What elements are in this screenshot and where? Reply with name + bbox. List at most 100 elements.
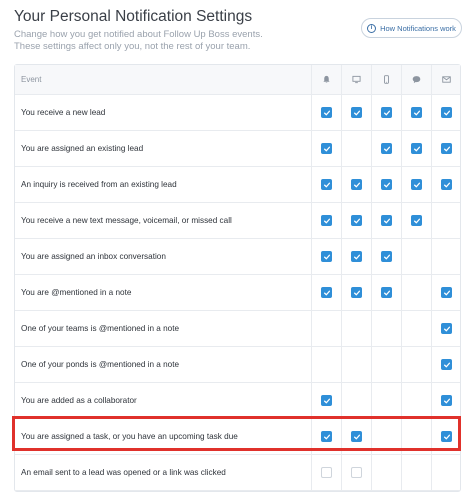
notification-checkbox[interactable] bbox=[381, 143, 392, 154]
event-label: You receive a new lead bbox=[21, 108, 106, 117]
notification-checkbox[interactable] bbox=[381, 179, 392, 190]
channel-cell-chat-bubble bbox=[401, 419, 431, 454]
notification-checkbox[interactable] bbox=[381, 215, 392, 226]
notification-checkbox[interactable] bbox=[351, 215, 362, 226]
desktop-icon bbox=[352, 71, 361, 89]
notification-checkbox[interactable] bbox=[411, 107, 422, 118]
channel-cell-email bbox=[431, 95, 461, 130]
notification-checkbox[interactable] bbox=[381, 287, 392, 298]
channel-cell-desktop bbox=[341, 131, 371, 166]
channel-cell-email bbox=[431, 311, 461, 346]
channel-cell-mobile bbox=[371, 131, 401, 166]
notification-checkbox[interactable] bbox=[321, 287, 332, 298]
chat-bubble-icon bbox=[412, 71, 421, 89]
channel-cell-chat-bubble bbox=[401, 131, 431, 166]
channel-cell-bell bbox=[311, 203, 341, 238]
notification-checkbox[interactable] bbox=[381, 107, 392, 118]
notification-checkbox[interactable] bbox=[441, 179, 452, 190]
table-row: You receive a new text message, voicemai… bbox=[15, 203, 460, 239]
notification-checkbox[interactable] bbox=[411, 215, 422, 226]
event-label: You are added as a collaborator bbox=[21, 396, 137, 405]
page-subtitle: Change how you get notified about Follow… bbox=[14, 29, 263, 52]
channel-cell-mobile bbox=[371, 239, 401, 274]
notification-checkbox[interactable] bbox=[321, 395, 332, 406]
table-row: You are @mentioned in a note bbox=[15, 275, 460, 311]
notification-checkbox[interactable] bbox=[441, 395, 452, 406]
channel-cell-desktop bbox=[341, 239, 371, 274]
channel-cell-bell bbox=[311, 311, 341, 346]
channel-cell-chat-bubble bbox=[401, 203, 431, 238]
event-label: You receive a new text message, voicemai… bbox=[21, 216, 232, 225]
event-label: You are assigned a task, or you have an … bbox=[21, 432, 238, 441]
notification-checkbox[interactable] bbox=[321, 143, 332, 154]
table-row: One of your ponds is @mentioned in a not… bbox=[15, 347, 460, 383]
channel-cell-bell bbox=[311, 167, 341, 202]
event-label: You are assigned an inbox conversation bbox=[21, 252, 166, 261]
notification-checkbox[interactable] bbox=[441, 359, 452, 370]
channel-cell-mobile bbox=[371, 275, 401, 310]
notification-checkbox[interactable] bbox=[321, 431, 332, 442]
event-label: An email sent to a lead was opened or a … bbox=[21, 468, 226, 477]
channel-cell-chat-bubble bbox=[401, 95, 431, 130]
column-header-email bbox=[431, 65, 461, 94]
notification-checkbox[interactable] bbox=[351, 107, 362, 118]
channel-cell-chat-bubble bbox=[401, 383, 431, 418]
notification-checkbox[interactable] bbox=[351, 431, 362, 442]
notification-checkbox[interactable] bbox=[321, 215, 332, 226]
notification-checkbox[interactable] bbox=[351, 287, 362, 298]
channel-cell-bell bbox=[311, 275, 341, 310]
channel-cell-desktop bbox=[341, 203, 371, 238]
notification-checkbox[interactable] bbox=[351, 467, 362, 478]
channel-cell-desktop bbox=[341, 455, 371, 490]
channel-cell-email bbox=[431, 167, 461, 202]
channel-cell-email bbox=[431, 239, 461, 274]
channel-cell-desktop bbox=[341, 95, 371, 130]
channel-cell-bell bbox=[311, 419, 341, 454]
channel-cell-bell bbox=[311, 455, 341, 490]
notification-checkbox[interactable] bbox=[441, 107, 452, 118]
notification-checkbox[interactable] bbox=[321, 179, 332, 190]
channel-cell-desktop bbox=[341, 383, 371, 418]
how-notifications-work-button[interactable]: i How Notifications work bbox=[361, 18, 462, 38]
column-header-desktop bbox=[341, 65, 371, 94]
notification-checkbox[interactable] bbox=[441, 143, 452, 154]
table-row: One of your teams is @mentioned in a not… bbox=[15, 311, 460, 347]
table-row: You are added as a collaborator bbox=[15, 383, 460, 419]
notification-checkbox[interactable] bbox=[351, 251, 362, 262]
channel-cell-desktop bbox=[341, 311, 371, 346]
channel-cell-chat-bubble bbox=[401, 455, 431, 490]
channel-cell-bell bbox=[311, 131, 341, 166]
channel-cell-mobile bbox=[371, 455, 401, 490]
channel-cell-email bbox=[431, 203, 461, 238]
channel-cell-mobile bbox=[371, 311, 401, 346]
channel-cell-mobile bbox=[371, 383, 401, 418]
notification-checkbox[interactable] bbox=[321, 467, 332, 478]
channel-cell-chat-bubble bbox=[401, 239, 431, 274]
event-label: One of your ponds is @mentioned in a not… bbox=[21, 360, 180, 369]
channel-cell-desktop bbox=[341, 167, 371, 202]
notification-checkbox[interactable] bbox=[411, 143, 422, 154]
event-label: An inquiry is received from an existing … bbox=[21, 180, 177, 189]
email-icon bbox=[442, 71, 451, 89]
table-row: You are assigned an existing lead bbox=[15, 131, 460, 167]
channel-cell-chat-bubble bbox=[401, 167, 431, 202]
channel-cell-email bbox=[431, 419, 461, 454]
notification-checkbox[interactable] bbox=[381, 251, 392, 262]
mobile-icon bbox=[382, 71, 391, 89]
notification-checkbox[interactable] bbox=[441, 323, 452, 334]
channel-cell-email bbox=[431, 347, 461, 382]
notification-checkbox[interactable] bbox=[411, 179, 422, 190]
table-row: An inquiry is received from an existing … bbox=[15, 167, 460, 203]
notification-checkbox[interactable] bbox=[441, 287, 452, 298]
channel-cell-email bbox=[431, 455, 461, 490]
channel-cell-email bbox=[431, 383, 461, 418]
notification-checkbox[interactable] bbox=[321, 107, 332, 118]
channel-cell-bell bbox=[311, 383, 341, 418]
notification-checkbox[interactable] bbox=[441, 431, 452, 442]
notification-checkbox[interactable] bbox=[321, 251, 332, 262]
channel-cell-bell bbox=[311, 95, 341, 130]
channel-cell-email bbox=[431, 275, 461, 310]
notification-settings-page: Your Personal Notification Settings Chan… bbox=[0, 0, 474, 494]
notification-checkbox[interactable] bbox=[351, 179, 362, 190]
table-row: You are assigned a task, or you have an … bbox=[15, 419, 460, 455]
